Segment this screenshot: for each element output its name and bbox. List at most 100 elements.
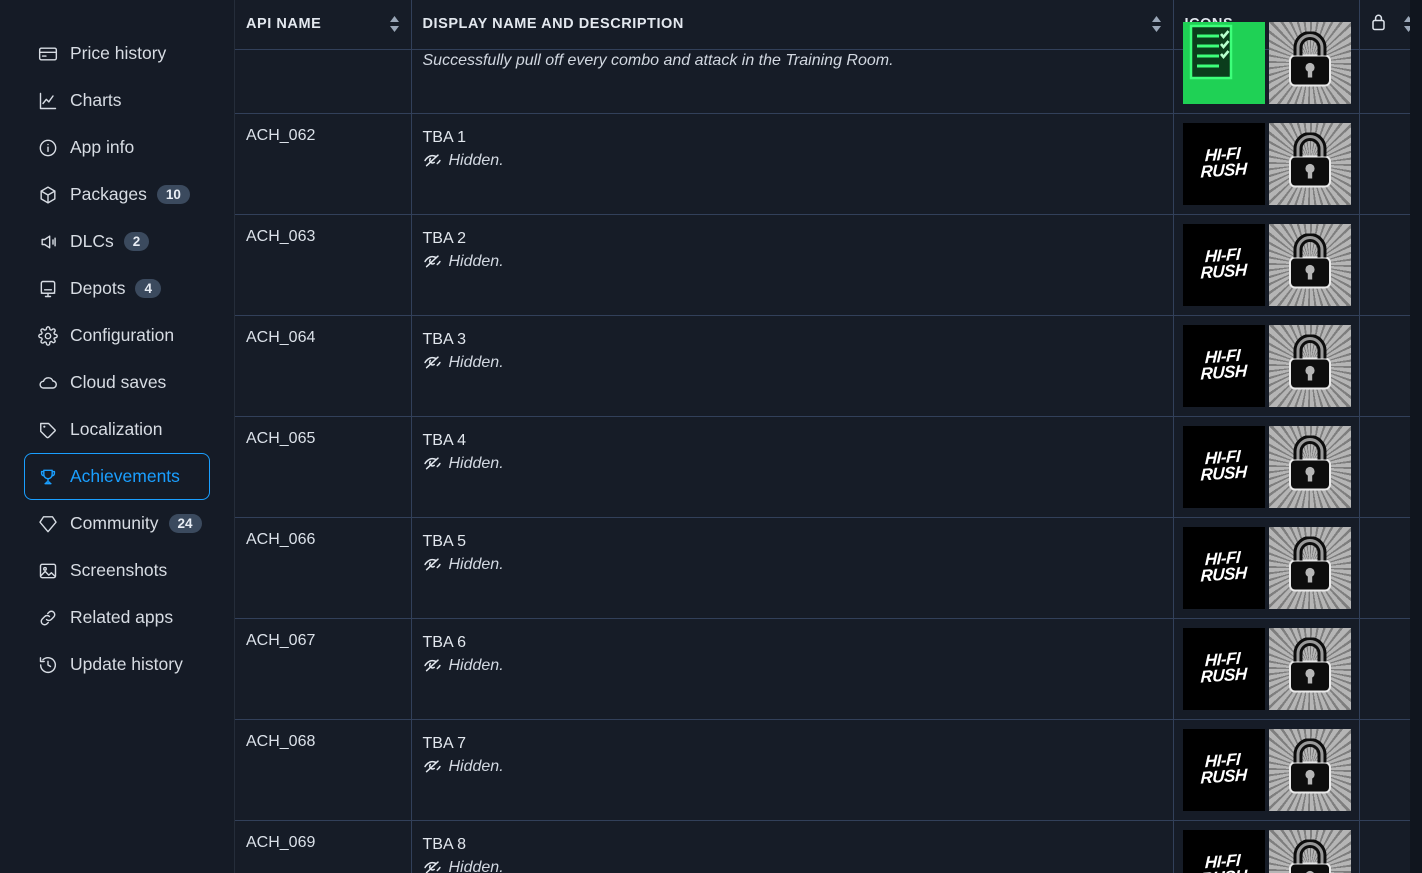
achievement-icon-logo[interactable]: HI-FIRUSH xyxy=(1183,729,1265,811)
cell-api-name: ACH_065 xyxy=(235,416,411,517)
padlock-icon xyxy=(1284,738,1336,801)
sort-icon[interactable] xyxy=(389,15,400,33)
sort-icon[interactable] xyxy=(1151,15,1162,33)
table-row[interactable]: ACH_066TBA 5Hidden.HI-FIRUSH xyxy=(235,517,1410,618)
cell-api-name: ACH_068 xyxy=(235,719,411,820)
achievement-description: Hidden. xyxy=(449,251,504,273)
sidebar-item-localization[interactable]: Localization xyxy=(24,406,210,453)
cell-api-name: ACH_069 xyxy=(235,820,411,873)
sidebar-item-packages[interactable]: Packages10 xyxy=(24,171,210,218)
padlock-icon xyxy=(1284,334,1336,397)
column-header-lock[interactable] xyxy=(1359,0,1410,49)
achievement-hidden-note: Hidden. xyxy=(423,655,1162,677)
eye-off-icon xyxy=(423,656,442,675)
achievement-icon-locked[interactable] xyxy=(1269,527,1351,609)
sidebar-item-cloud-saves[interactable]: Cloud saves xyxy=(24,359,210,406)
sidebar-item-depots[interactable]: Depots4 xyxy=(24,265,210,312)
server-icon xyxy=(37,278,59,300)
table-row[interactable]: ACH_065TBA 4Hidden.HI-FIRUSH xyxy=(235,416,1410,517)
achievement-icon-locked[interactable] xyxy=(1269,224,1351,306)
cell-lock[interactable] xyxy=(1359,517,1410,618)
achievement-icon-locked[interactable] xyxy=(1269,830,1351,873)
achievement-icon-logo[interactable]: HI-FIRUSH xyxy=(1183,325,1265,407)
cell-lock[interactable] xyxy=(1359,214,1410,315)
cell-lock[interactable] xyxy=(1359,719,1410,820)
achievement-icon-locked[interactable] xyxy=(1269,628,1351,710)
sidebar-item-configuration[interactable]: Configuration xyxy=(24,312,210,359)
image-icon xyxy=(37,560,59,582)
table-row[interactable]: ACH_064TBA 3Hidden.HI-FIRUSH xyxy=(235,315,1410,416)
achievement-description: Hidden. xyxy=(449,756,504,778)
lock-icon xyxy=(1371,13,1386,35)
trophy-icon xyxy=(37,466,59,488)
info-circle-icon xyxy=(37,137,59,159)
achievement-title: TBA 1 xyxy=(423,127,1162,149)
eye-off-icon xyxy=(423,252,442,271)
sidebar-item-label: Packages xyxy=(70,184,147,205)
logo-line-2: RUSH xyxy=(1201,667,1248,686)
column-header-api-name[interactable]: API NAME xyxy=(235,0,411,49)
column-header-display-name[interactable]: DISPLAY NAME AND DESCRIPTION xyxy=(411,0,1173,49)
achievement-title: TBA 7 xyxy=(423,733,1162,755)
eye-off-icon xyxy=(423,757,442,776)
cell-display-name: TBA 1Hidden. xyxy=(411,113,1173,214)
achievement-icon-logo[interactable]: HI-FIRUSH xyxy=(1183,224,1265,306)
cell-lock[interactable] xyxy=(1359,416,1410,517)
sidebar-item-label: Price history xyxy=(70,43,166,64)
sidebar-item-achievements[interactable]: Achievements xyxy=(24,453,210,500)
achievements-table: API NAME DISPLAY NAME AND DESCRIPTION xyxy=(235,0,1410,873)
cell-display-name: TBA 5Hidden. xyxy=(411,517,1173,618)
logo-line-2: RUSH xyxy=(1201,465,1248,484)
cell-icons: HI-FIRUSH xyxy=(1173,517,1359,618)
table-row[interactable]: Successfully pull off every combo and at… xyxy=(235,49,1410,113)
cell-display-name: Successfully pull off every combo and at… xyxy=(411,49,1173,113)
achievement-icon-locked[interactable] xyxy=(1269,325,1351,407)
achievement-icon-logo[interactable]: HI-FIRUSH xyxy=(1183,426,1265,508)
cell-lock[interactable] xyxy=(1359,618,1410,719)
sidebar-item-label: Cloud saves xyxy=(70,372,166,393)
achievement-icon-locked[interactable] xyxy=(1269,426,1351,508)
table-row[interactable]: ACH_063TBA 2Hidden.HI-FIRUSH xyxy=(235,214,1410,315)
sidebar-item-update-history[interactable]: Update history xyxy=(24,641,210,688)
sidebar-item-label: Localization xyxy=(70,419,162,440)
sidebar-item-label: Charts xyxy=(70,90,122,111)
achievement-icon-logo[interactable]: HI-FIRUSH xyxy=(1183,830,1265,873)
achievement-icon-pair: HI-FIRUSH xyxy=(1183,224,1351,306)
cell-lock[interactable] xyxy=(1359,113,1410,214)
achievement-icon-logo[interactable]: HI-FIRUSH xyxy=(1183,628,1265,710)
padlock-icon xyxy=(1284,31,1336,94)
cell-icons: HI-FIRUSH xyxy=(1173,416,1359,517)
link-icon xyxy=(37,607,59,629)
cell-icons xyxy=(1173,49,1359,113)
achievement-icon-locked[interactable] xyxy=(1269,123,1351,205)
achievement-hidden-note: Hidden. xyxy=(423,453,1162,475)
column-header-api-name-label: API NAME xyxy=(246,16,321,32)
sidebar-item-label: Screenshots xyxy=(70,560,167,581)
sidebar-item-community[interactable]: Community24 xyxy=(24,500,210,547)
table-row[interactable]: ACH_068 TBA 7Hidden. HI-FIRUSH xyxy=(235,719,1410,820)
gear-icon xyxy=(37,325,59,347)
eye-off-icon xyxy=(423,858,442,873)
achievement-icon-pair: HI-FIRUSH xyxy=(1183,628,1351,710)
sidebar-item-screenshots[interactable]: Screenshots xyxy=(24,547,210,594)
cell-lock[interactable] xyxy=(1359,315,1410,416)
padlock-icon xyxy=(1284,233,1336,296)
achievement-icon-checklist[interactable] xyxy=(1183,22,1265,104)
achievement-icon-logo[interactable]: HI-FIRUSH xyxy=(1183,123,1265,205)
eye-off-icon xyxy=(423,454,442,473)
achievement-icon-logo[interactable]: HI-FIRUSH xyxy=(1183,527,1265,609)
achievement-icon-locked[interactable] xyxy=(1269,729,1351,811)
table-row[interactable]: ACH_069TBA 8Hidden.HI-FIRUSH xyxy=(235,820,1410,873)
cell-icons: HI-FIRUSH xyxy=(1173,719,1359,820)
sidebar-item-charts[interactable]: Charts xyxy=(24,77,210,124)
sidebar-item-app-info[interactable]: App info xyxy=(24,124,210,171)
achievement-icon-locked[interactable] xyxy=(1269,22,1351,104)
cell-lock[interactable] xyxy=(1359,49,1410,113)
sidebar-item-related-apps[interactable]: Related apps xyxy=(24,594,210,641)
table-row[interactable]: ACH_062TBA 1Hidden.HI-FIRUSH xyxy=(235,113,1410,214)
table-row[interactable]: ACH_067TBA 6Hidden.HI-FIRUSH xyxy=(235,618,1410,719)
cell-lock[interactable] xyxy=(1359,820,1410,873)
sidebar-item-dlcs[interactable]: DLCs2 xyxy=(24,218,210,265)
sidebar-item-price-history[interactable]: Price history xyxy=(24,30,210,77)
credit-card-icon xyxy=(37,43,59,65)
